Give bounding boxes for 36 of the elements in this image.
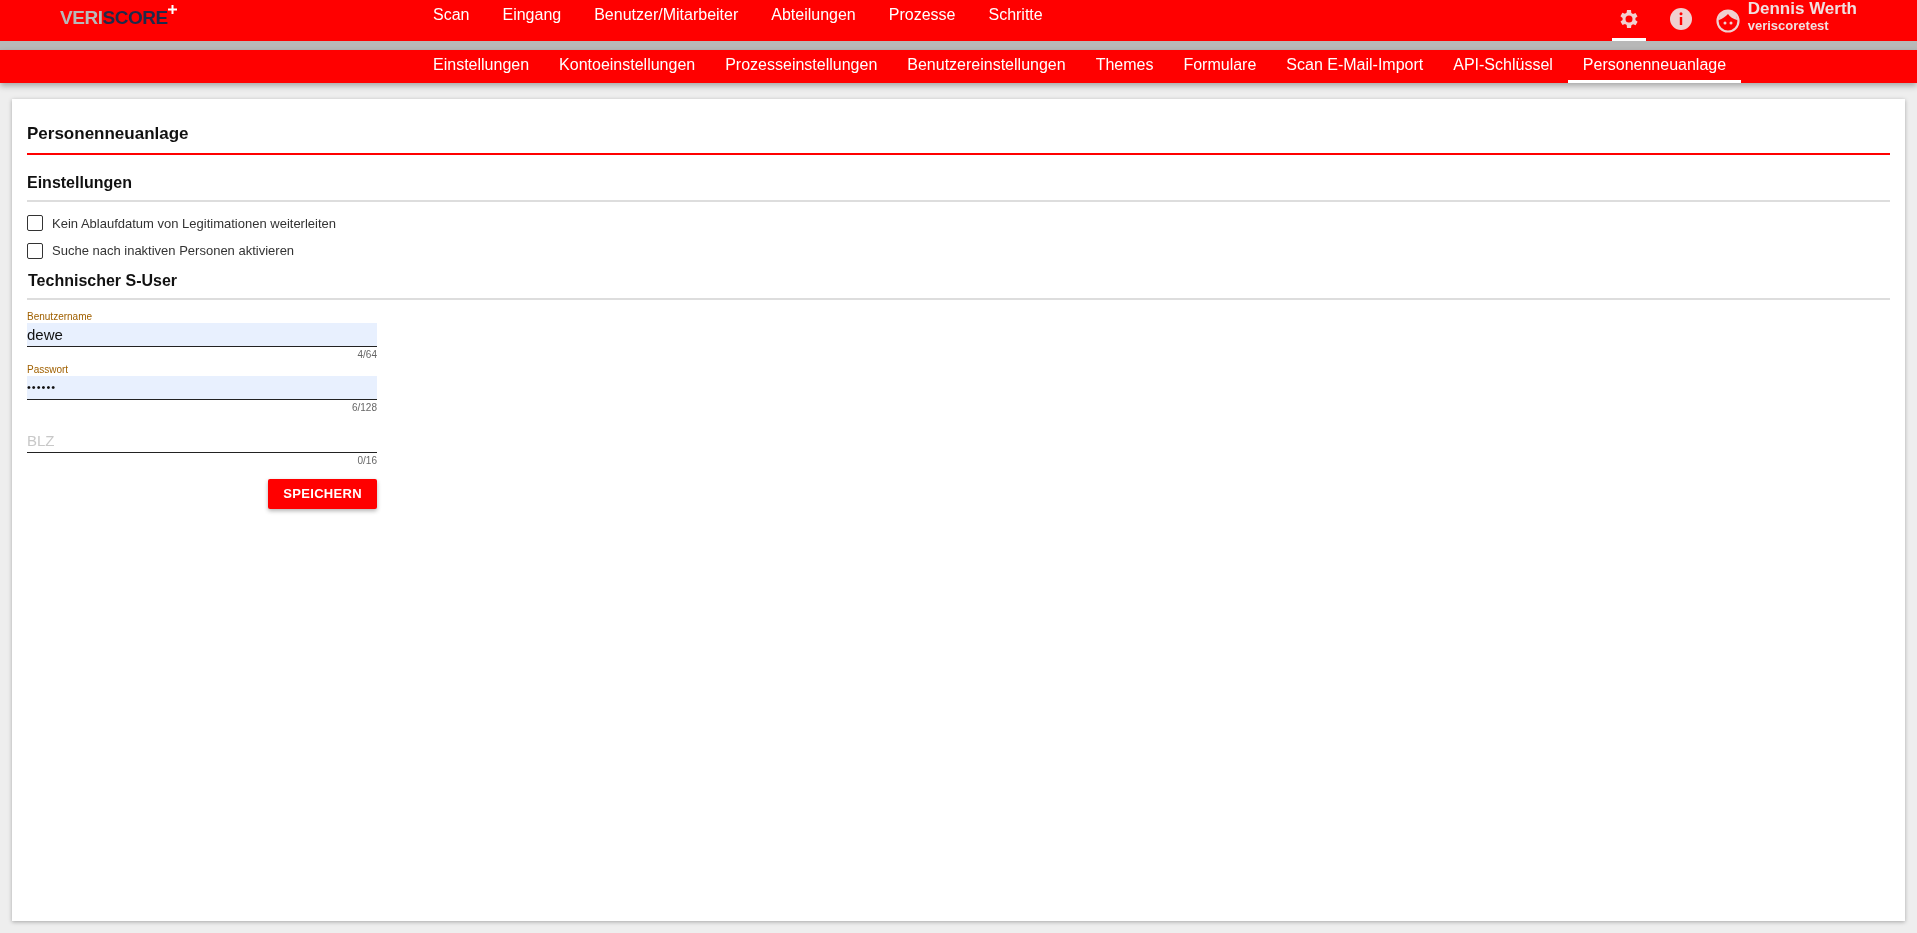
settings-tab[interactable]: API-Schlüssel	[1438, 50, 1568, 83]
field-label: Benutzername	[27, 310, 94, 323]
account-name: veriscoretest	[1747, 18, 1830, 32]
checkbox[interactable]	[27, 215, 43, 232]
settings-tab[interactable]: Formulare	[1168, 50, 1272, 83]
settings-tab[interactable]: Kontoeinstellungen	[544, 50, 711, 83]
settings-tab[interactable]: Benutzereinstellungen	[892, 50, 1081, 83]
logo[interactable]: VERISCORE	[60, 8, 177, 27]
nav-link[interactable]: Prozesse	[888, 2, 956, 27]
character-counter: 4/64	[357, 348, 377, 360]
settings-tab[interactable]: Themes	[1080, 50, 1169, 83]
avatar-icon	[1715, 8, 1740, 33]
section-title: Technischer S-User	[27, 268, 1890, 300]
save-button[interactable]: SPEICHERN	[268, 478, 377, 509]
settings-tab[interactable]: Einstellungen	[418, 50, 545, 83]
user-name: Dennis Werth	[1747, 0, 1857, 17]
character-counter: 6/128	[351, 401, 377, 413]
nav-link[interactable]: Abteilungen	[771, 2, 856, 27]
nav-link[interactable]: Schritte	[988, 2, 1043, 27]
password-field[interactable]: ••••••	[27, 375, 377, 400]
nav-link[interactable]: Eingang	[502, 2, 562, 27]
settings-tab[interactable]: Prozesseinstellungen	[710, 50, 893, 83]
checkbox-label: Kein Ablaufdatum von Legitimationen weiterleiten	[52, 214, 336, 233]
settings-tab[interactable]: Personenneuanlage	[1567, 50, 1742, 83]
text-field[interactable]: dewe	[27, 322, 377, 347]
character-counter: 0/16	[357, 454, 377, 466]
nav-link[interactable]: Benutzer/Mitarbeiter	[594, 2, 739, 27]
page-title: Personenneuanlage	[27, 121, 1890, 155]
section-title: Einstellungen	[27, 170, 1890, 202]
field-label: Passwort	[27, 363, 70, 376]
settings-tab[interactable]: Scan E-Mail-Import	[1271, 50, 1439, 83]
nav-link[interactable]: Scan	[433, 2, 470, 27]
info-icon	[1668, 7, 1693, 31]
checkbox-label: Suche nach inaktiven Personen aktivieren	[52, 242, 295, 260]
checkbox[interactable]	[27, 242, 43, 259]
plus-icon	[167, 5, 177, 14]
